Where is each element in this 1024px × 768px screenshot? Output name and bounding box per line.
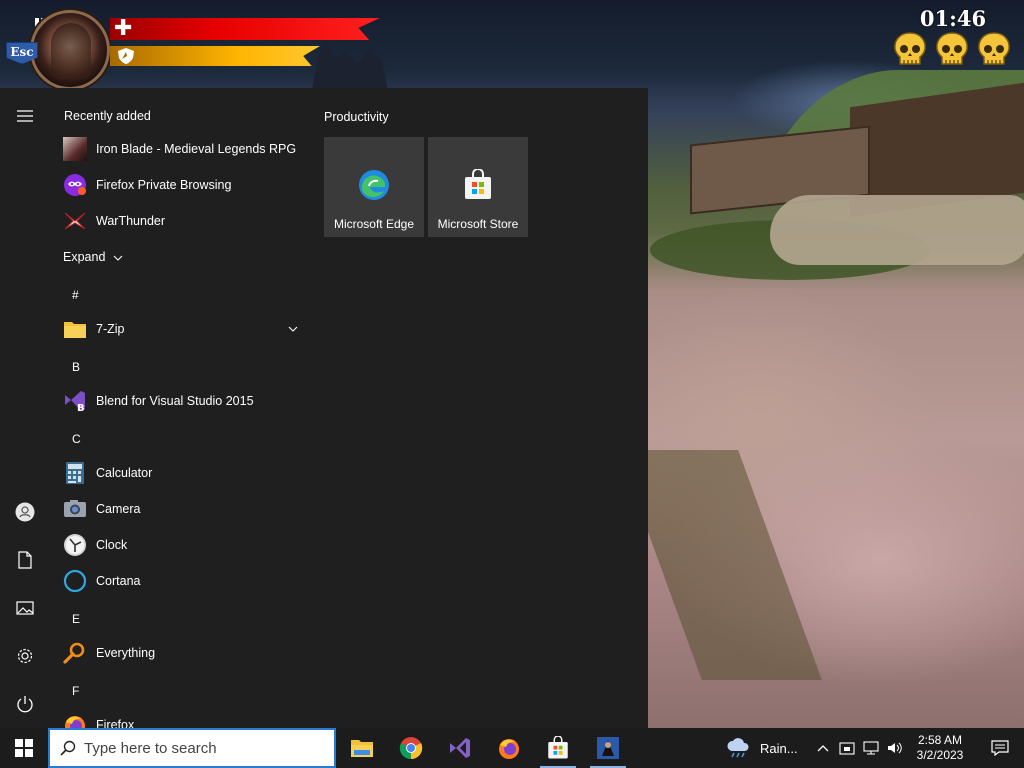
taskbar-weather[interactable]: Rain... bbox=[726, 728, 806, 768]
iron-blade-icon bbox=[597, 737, 619, 759]
user-icon bbox=[15, 502, 35, 522]
blend-icon: B bbox=[63, 389, 87, 414]
power-button[interactable] bbox=[0, 680, 50, 728]
edge-icon bbox=[359, 170, 389, 200]
start-rail bbox=[0, 88, 50, 728]
tray-volume[interactable] bbox=[884, 728, 906, 768]
skull-counter bbox=[890, 30, 1016, 72]
account-button[interactable] bbox=[0, 488, 50, 536]
app-item-camera[interactable]: Camera bbox=[50, 491, 306, 527]
group-header-f[interactable]: F bbox=[72, 684, 79, 698]
skull-icon bbox=[894, 32, 926, 65]
hamburger-menu-button[interactable] bbox=[0, 92, 50, 140]
taskbar-search-box[interactable] bbox=[48, 728, 336, 768]
expand-button[interactable]: Expand bbox=[63, 250, 123, 264]
document-icon bbox=[18, 551, 32, 569]
shield-icon bbox=[118, 48, 134, 64]
documents-button[interactable] bbox=[0, 536, 50, 584]
search-input[interactable] bbox=[84, 739, 324, 757]
settings-button[interactable] bbox=[0, 632, 50, 680]
player-avatar bbox=[30, 10, 110, 90]
firefox-icon bbox=[63, 713, 87, 728]
app-item-calculator[interactable]: Calculator bbox=[50, 455, 306, 491]
taskbar-iron-blade[interactable] bbox=[584, 728, 632, 768]
app-item-warthunder[interactable]: WarThunder bbox=[50, 203, 306, 239]
taskbar-clock[interactable]: 2:58 AM 3/2/2023 bbox=[908, 728, 972, 768]
chevron-down-icon[interactable] bbox=[288, 326, 298, 332]
visual-studio-icon bbox=[450, 738, 470, 758]
cortana-icon bbox=[63, 569, 87, 593]
health-bar bbox=[110, 18, 380, 40]
show-hidden-icons-button[interactable] bbox=[812, 728, 834, 768]
gear-icon bbox=[17, 648, 33, 664]
chevron-up-icon bbox=[817, 745, 829, 752]
pictures-button[interactable] bbox=[0, 584, 50, 632]
tile-microsoft-store[interactable]: Microsoft Store bbox=[428, 137, 528, 237]
recently-added-header: Recently added bbox=[64, 109, 151, 123]
tiles-group-title: Productivity bbox=[324, 110, 389, 124]
skull-icon bbox=[936, 32, 968, 65]
game-timer: 01:46 bbox=[919, 6, 987, 31]
firefox-private-icon bbox=[63, 173, 87, 197]
dirt-path bbox=[618, 450, 822, 680]
start-button[interactable] bbox=[0, 728, 48, 768]
taskbar: Rain... 2:58 AM 3/2/2023 bbox=[0, 728, 1024, 768]
tray-security[interactable] bbox=[836, 728, 858, 768]
file-explorer-icon bbox=[351, 740, 373, 757]
group-header-e[interactable]: E bbox=[72, 612, 80, 626]
health-cross-icon: ✚ bbox=[114, 15, 133, 40]
taskbar-microsoft-store[interactable] bbox=[534, 728, 582, 768]
security-icon bbox=[839, 742, 855, 755]
app-item-blend[interactable]: B Blend for Visual Studio 2015 bbox=[50, 383, 306, 419]
windows-icon bbox=[15, 739, 33, 757]
calculator-icon bbox=[63, 461, 87, 485]
app-item-everything[interactable]: Everything bbox=[50, 635, 306, 671]
store-icon bbox=[548, 736, 568, 759]
notification-center-button[interactable] bbox=[976, 728, 1024, 768]
group-header-b[interactable]: B bbox=[72, 360, 80, 374]
warthunder-icon bbox=[63, 209, 87, 233]
app-item-7zip[interactable]: 7-Zip bbox=[50, 311, 306, 347]
skull-icon bbox=[978, 32, 1010, 65]
hamburger-icon bbox=[17, 110, 33, 122]
iron-blade-icon bbox=[63, 137, 87, 161]
chrome-icon bbox=[399, 737, 423, 760]
volume-icon bbox=[888, 742, 902, 754]
taskbar-file-explorer[interactable] bbox=[338, 728, 386, 768]
folder-icon bbox=[63, 317, 87, 341]
start-menu: Recently added Iron Blade - Medieval Leg… bbox=[0, 88, 648, 728]
stamina-bar bbox=[110, 46, 320, 66]
rocks bbox=[770, 195, 1024, 265]
group-header-hash[interactable]: # bbox=[72, 288, 79, 302]
app-item-cortana[interactable]: Cortana bbox=[50, 563, 306, 599]
network-icon bbox=[863, 741, 879, 755]
svg-text:B: B bbox=[77, 403, 85, 413]
notification-icon bbox=[991, 740, 1009, 756]
app-item-firefox-private[interactable]: Firefox Private Browsing bbox=[50, 167, 306, 203]
app-item-clock[interactable]: Clock bbox=[50, 527, 306, 563]
app-item-iron-blade[interactable]: Iron Blade - Medieval Legends RPG bbox=[50, 131, 306, 167]
app-list: Recently added Iron Blade - Medieval Leg… bbox=[50, 88, 310, 728]
taskbar-chrome[interactable] bbox=[387, 728, 435, 768]
taskbar-visual-studio[interactable] bbox=[436, 728, 484, 768]
tile-microsoft-edge[interactable]: Microsoft Edge bbox=[324, 137, 424, 237]
picture-icon bbox=[16, 601, 34, 615]
power-icon bbox=[17, 696, 33, 713]
camera-icon bbox=[63, 497, 87, 521]
app-item-firefox[interactable]: Firefox bbox=[50, 707, 306, 728]
group-header-c[interactable]: C bbox=[72, 432, 81, 446]
tray-network[interactable] bbox=[860, 728, 882, 768]
clock-icon bbox=[63, 533, 87, 557]
store-icon bbox=[465, 169, 491, 199]
firefox-icon bbox=[499, 739, 519, 759]
search-icon bbox=[60, 740, 76, 756]
rain-cloud-icon bbox=[727, 738, 749, 758]
taskbar-firefox[interactable] bbox=[485, 728, 533, 768]
chevron-down-icon bbox=[113, 255, 123, 261]
everything-search-icon bbox=[63, 641, 87, 665]
